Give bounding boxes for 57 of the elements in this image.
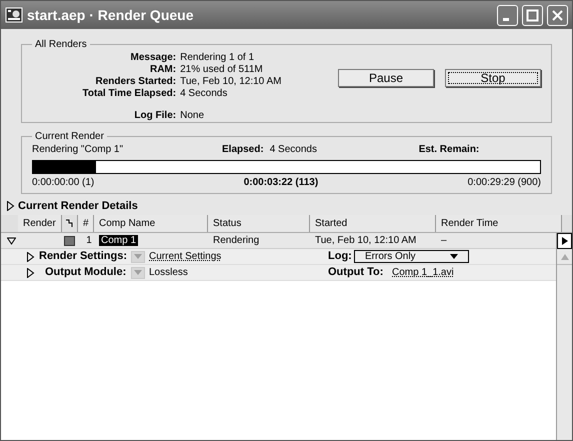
field-label: Log: xyxy=(328,249,353,264)
column-header[interactable]: Started xyxy=(310,215,436,232)
arrow-icon xyxy=(562,237,568,245)
log-dropdown[interactable]: Errors Only xyxy=(354,250,469,263)
group-title: Current Render xyxy=(34,130,105,144)
start-time: 0:00:00:00 (1) xyxy=(32,177,94,189)
close-button[interactable] xyxy=(547,4,568,26)
field-label: Total Time Elapsed: xyxy=(82,88,176,100)
disclosure-icon[interactable] xyxy=(6,201,15,211)
column-header[interactable]: Render Time xyxy=(436,215,562,232)
field-label: Output Module: xyxy=(45,265,128,280)
column-header[interactable]: # xyxy=(78,215,94,232)
minimize-icon xyxy=(503,18,509,20)
scrollbar[interactable] xyxy=(556,233,572,440)
render-settings-value[interactable]: Current Settings xyxy=(149,249,328,264)
section-title: Current Render Details xyxy=(18,198,138,214)
field-label: Est. Remain: xyxy=(418,144,480,156)
column-header[interactable]: Comp Name xyxy=(94,215,208,232)
window-title: start.aep · Render Queue xyxy=(27,6,194,25)
end-time: 0:00:29:29 (900) xyxy=(468,177,541,189)
caret-icon xyxy=(450,254,458,259)
output-file-link[interactable]: Comp 1_1.avi xyxy=(392,265,454,280)
arrow-icon xyxy=(560,254,568,260)
table-cell-text: 1 xyxy=(85,234,93,248)
field-label: Renders Started: xyxy=(94,76,176,88)
label-swatch[interactable] xyxy=(64,236,75,246)
table-cell-text: Tue, Feb 10, 12:10 AM xyxy=(315,234,418,248)
current-time: 0:00:03:22 (113) xyxy=(244,177,318,189)
column-header[interactable]: Render xyxy=(18,215,62,232)
field-value: 4 Seconds xyxy=(180,88,228,100)
rendering-text: Rendering "Comp 1" xyxy=(32,144,124,156)
field-label: Elapsed: xyxy=(222,144,264,156)
group-title: All Renders xyxy=(34,38,88,52)
minimize-button[interactable] xyxy=(497,4,518,26)
action-button[interactable]: Stop xyxy=(445,69,541,87)
field-label: Log File: xyxy=(133,110,176,122)
label-icon xyxy=(65,218,74,228)
film-icon xyxy=(5,6,23,24)
field-label: RAM: xyxy=(148,64,176,76)
field-value: Tue, Feb 10, 12:10 AM xyxy=(180,76,282,88)
field-value: Rendering 1 of 1 xyxy=(180,52,256,64)
column-header[interactable]: Status xyxy=(208,215,310,232)
field-value: None xyxy=(180,110,205,122)
table-cell-text: Rendering xyxy=(213,234,260,248)
field-value: 21% used of 511M xyxy=(180,64,264,76)
output-module-value[interactable]: Lossless xyxy=(149,265,328,280)
field-value: 4 Seconds xyxy=(270,144,318,156)
scroll-right-button[interactable] xyxy=(557,233,572,249)
maximize-button[interactable] xyxy=(522,4,543,26)
action-button[interactable]: Pause xyxy=(338,69,434,87)
field-label: Output To: xyxy=(328,265,384,280)
comp-name[interactable]: Comp 1 xyxy=(99,235,138,246)
maximize-icon xyxy=(526,8,539,22)
field-label: Render Settings: xyxy=(39,249,128,264)
field-label: Message: xyxy=(130,52,176,64)
table-cell-text: – xyxy=(441,234,447,248)
close-icon xyxy=(551,8,564,22)
